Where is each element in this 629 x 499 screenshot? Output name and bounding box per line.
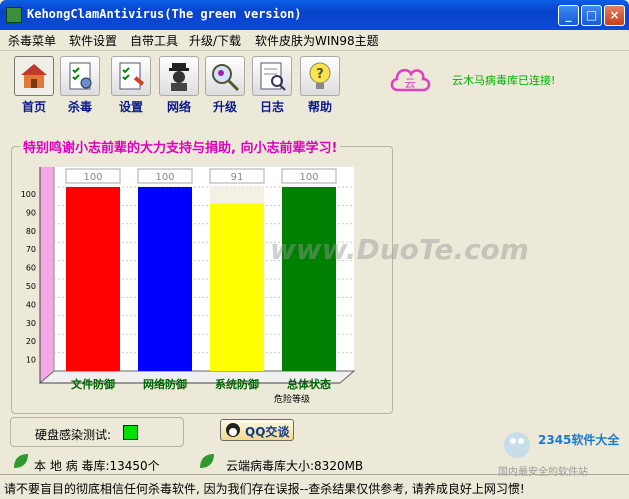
cloud-db-size: 云端病毒库大小:8320MB [226, 459, 364, 473]
value-label: 100 [155, 172, 174, 183]
y-tick-label: 60 [26, 264, 36, 273]
y-tick-label: 70 [26, 245, 36, 254]
qq-penguin-icon [226, 423, 240, 437]
category-label: 文件防御 [71, 377, 115, 391]
defense-chart: 10 20 30 40 50 60 70 80 90 100 100 文件防御 100 网络防御 91 系统… [21, 167, 356, 405]
status-bar: 请不要盲目的彻底相信任何杀毒软件, 因为我们存在误报--查杀结果仅供参考, 请养… [0, 474, 629, 499]
tool-log[interactable]: 日志 [250, 56, 294, 115]
cloud-status: 云木马病毒库已连接! [452, 74, 556, 87]
value-label: 91 [231, 172, 244, 183]
tool-home-label: 首页 [21, 100, 46, 114]
upgrade-icon [205, 56, 245, 96]
settings-icon [111, 56, 151, 96]
group-title: 特别鸣谢小志前辈的大力支持与捐助, 向小志前辈学习! [20, 137, 341, 156]
tool-help[interactable]: ? 帮助 [298, 56, 342, 115]
leaf-icon [200, 454, 214, 468]
value-label: 100 [83, 172, 102, 183]
bar-2 [138, 187, 192, 371]
infection-indicator [123, 425, 138, 440]
window-title: KehongClamAntivirus(The green version) [27, 7, 302, 21]
house-icon [14, 56, 54, 96]
minimize-button[interactable]: _ [558, 5, 579, 26]
corner-watermark: 2345软件大全 国内最安全的软件站 [498, 427, 624, 478]
y-tick-label: 10 [26, 356, 36, 365]
bar-3 [210, 203, 264, 371]
tool-settings[interactable]: 设置 [109, 56, 153, 115]
tool-settings-label: 设置 [118, 100, 143, 114]
infection-test-label: 硬盘感染测试: [35, 428, 112, 442]
close-button[interactable]: × [604, 5, 625, 26]
infection-test-panel: 硬盘感染测试: [10, 417, 184, 447]
tool-upgrade-label: 升级 [212, 100, 237, 114]
category-label: 网络防御 [143, 377, 187, 391]
x-axis-label: 危险等级 [274, 393, 310, 405]
menu-antivirus[interactable]: 杀毒菜单 [8, 32, 56, 49]
y-tick-label: 80 [26, 227, 36, 236]
y-tick-label: 90 [26, 208, 36, 217]
tool-network[interactable]: 网络 [157, 56, 201, 115]
category-label: 总体状态 [287, 377, 331, 391]
y-tick-label: 100 [21, 190, 36, 199]
menu-bar: 杀毒菜单 软件设置 自带工具 升级/下载 软件皮肤为WIN98主题 [0, 30, 629, 51]
scan-icon [60, 56, 100, 96]
tool-network-label: 网络 [166, 100, 191, 114]
log-icon [252, 56, 292, 96]
tool-scan[interactable]: 杀毒 [58, 56, 102, 115]
qq-chat-label: QQ交谈 [245, 425, 290, 439]
watermark-center: www.DuoTe.com [270, 233, 529, 266]
y-tick-label: 40 [26, 300, 36, 309]
tool-home[interactable]: 首页 [12, 56, 56, 115]
status-message: 请不要盲目的彻底相信任何杀毒软件, 因为我们存在误报--查杀结果仅供参考, 请养… [4, 482, 525, 496]
bar-1 [66, 187, 120, 371]
value-label: 100 [299, 172, 318, 183]
app-icon [6, 7, 22, 23]
maximize-button[interactable]: □ [581, 5, 602, 26]
help-icon: ? [300, 56, 340, 96]
cloud-icon-text: 云 [405, 77, 416, 90]
tool-upgrade[interactable]: 升级 [203, 56, 247, 115]
y-tick-label: 30 [26, 319, 36, 328]
menu-tools[interactable]: 自带工具 [130, 32, 178, 49]
tool-help-label: 帮助 [307, 100, 332, 114]
qq-chat-button[interactable]: QQ交谈 [220, 419, 294, 441]
cloud-icon: 云 [390, 68, 431, 92]
y-tick-label: 50 [26, 282, 36, 291]
menu-upgrade[interactable]: 升级/下载 [189, 32, 241, 49]
menu-settings[interactable]: 软件设置 [69, 32, 117, 49]
title-bar: KehongClamAntivirus(The green version) _… [0, 0, 629, 30]
corner-brand: 2345软件大全 [538, 433, 620, 447]
svg-text:?: ? [316, 67, 324, 82]
leaf-icon [14, 454, 28, 468]
site-logo-icon [504, 432, 530, 458]
y-tick-label: 20 [26, 337, 36, 346]
category-label: 系统防御 [215, 377, 259, 391]
local-virus-count: 本 地 病 毒库:13450个 [34, 459, 160, 473]
tool-log-label: 日志 [259, 100, 284, 114]
network-icon [159, 56, 199, 96]
bar-4 [282, 187, 336, 371]
tool-scan-label: 杀毒 [67, 100, 92, 114]
menu-skin[interactable]: 软件皮肤为WIN98主题 [255, 32, 379, 49]
